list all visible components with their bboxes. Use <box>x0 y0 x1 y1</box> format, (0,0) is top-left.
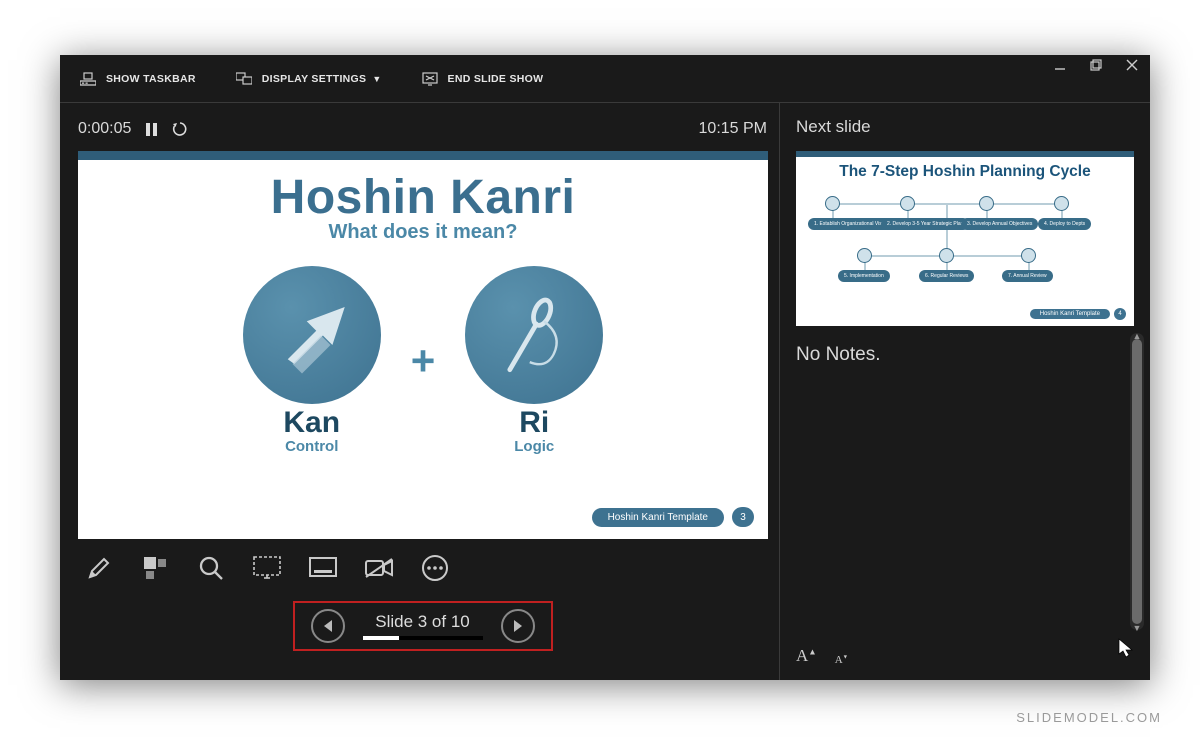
scrollbar-thumb[interactable] <box>1132 339 1142 624</box>
clock-time: 10:15 PM <box>699 120 767 138</box>
next-slide-accent <box>796 151 1134 157</box>
slide-footer-badge: Hoshin Kanri Template 3 <box>592 507 754 527</box>
subtitle-button[interactable] <box>308 553 338 583</box>
zoom-button[interactable] <box>196 553 226 583</box>
step-chip: 6. Regular Reviews <box>919 270 974 282</box>
watermark-text: SLIDEMODEL.COM <box>1016 710 1162 725</box>
slide-title: Hoshin Kanri <box>78 170 768 225</box>
camera-off-button[interactable] <box>364 553 394 583</box>
next-slide-pane: Next slide The 7-Step Hoshin Planning Cy… <box>780 103 1150 680</box>
template-name-pill: Hoshin Kanri Template <box>592 508 724 527</box>
display-settings-button[interactable]: DISPLAY SETTINGS ▼ <box>236 71 382 87</box>
pause-timer-button[interactable] <box>145 122 158 137</box>
display-settings-icon <box>236 71 252 87</box>
restart-timer-button[interactable] <box>172 121 188 137</box>
timer-row: 0:00:05 10:15 PM <box>78 117 767 141</box>
end-slideshow-button[interactable]: END SLIDE SHOW <box>422 71 544 87</box>
ri-definition: Logic <box>465 438 603 455</box>
plus-symbol: + <box>411 337 436 385</box>
next-slide-preview[interactable]: The 7-Step Hoshin Planning Cycle <box>796 151 1134 326</box>
next-slide-diagram: 1. Establish Organizational Vision 2. De… <box>796 185 1134 305</box>
slide-counter-label: Slide 3 of 10 <box>363 612 483 632</box>
slide-progress-bar <box>363 636 483 640</box>
step-chip: 4. Deploy to Depts <box>1038 218 1091 230</box>
next-slide-heading: Next slide <box>796 117 1134 141</box>
show-taskbar-label: SHOW TASKBAR <box>106 73 196 85</box>
taskbar-icon <box>80 71 96 87</box>
presenter-tools <box>78 553 767 583</box>
slide-subtitle: What does it mean? <box>78 221 768 244</box>
chevron-down-icon: ▼ <box>372 74 381 84</box>
current-slide-pane: 0:00:05 10:15 PM Hoshin Kanri What does … <box>60 103 780 680</box>
window-controls <box>1054 59 1138 74</box>
show-taskbar-button[interactable]: SHOW TASKBAR <box>80 71 196 87</box>
slide-number-pill: 3 <box>732 507 754 527</box>
slide-accent-bar <box>78 151 768 160</box>
notes-font-controls: A▲ A▼ <box>796 646 848 666</box>
next-slide-title: The 7-Step Hoshin Planning Cycle <box>796 163 1134 181</box>
slide-counter: Slide 3 of 10 <box>363 612 483 640</box>
next-page-pill: 4 <box>1114 308 1126 320</box>
next-slide-badge: Hoshin Kanri Template 4 <box>1030 308 1126 320</box>
see-all-slides-button[interactable] <box>140 553 170 583</box>
kan-word: Kan <box>243 406 381 440</box>
current-slide-preview[interactable]: Hoshin Kanri What does it mean? Kan Cont… <box>78 151 768 539</box>
notes-content: No Notes. <box>796 344 1134 366</box>
elapsed-time: 0:00:05 <box>78 120 131 138</box>
notes-scrollbar[interactable]: ▲ ▼ <box>1130 333 1144 630</box>
step-chip: 3. Develop Annual Objectives <box>961 218 1038 230</box>
presenter-toolbar: SHOW TASKBAR DISPLAY SETTINGS ▼ END SLID… <box>60 55 1150 103</box>
ri-word: Ri <box>465 406 603 440</box>
step-chip: 5. Implementation <box>838 270 890 282</box>
slide-navigation-highlight: Slide 3 of 10 <box>293 601 553 651</box>
display-settings-label: DISPLAY SETTINGS <box>262 73 367 85</box>
slide-graphic-row: Kan Control + <box>78 266 768 455</box>
more-options-button[interactable] <box>420 553 450 583</box>
decrease-font-button[interactable]: A▼ <box>835 654 848 666</box>
step-chip: 2. Develop 3-5 Year Strategic Plan <box>881 218 969 230</box>
increase-font-button[interactable]: A▲ <box>796 646 817 666</box>
arrow-circle-icon <box>243 266 381 404</box>
step-chip: 7. Annual Review <box>1002 270 1053 282</box>
kan-definition: Control <box>243 438 381 455</box>
next-slide-button[interactable] <box>501 609 535 643</box>
end-slideshow-icon <box>422 71 438 87</box>
next-template-pill: Hoshin Kanri Template <box>1030 309 1110 319</box>
end-slideshow-label: END SLIDE SHOW <box>448 73 544 85</box>
close-button[interactable] <box>1126 59 1138 74</box>
minimize-button[interactable] <box>1054 59 1066 74</box>
restore-button[interactable] <box>1090 59 1102 74</box>
pen-tool-button[interactable] <box>84 553 114 583</box>
previous-slide-button[interactable] <box>311 609 345 643</box>
cursor-icon <box>1118 638 1134 658</box>
black-screen-button[interactable] <box>252 553 282 583</box>
needle-circle-icon <box>465 266 603 404</box>
presenter-view-window: SHOW TASKBAR DISPLAY SETTINGS ▼ END SLID… <box>60 55 1150 680</box>
